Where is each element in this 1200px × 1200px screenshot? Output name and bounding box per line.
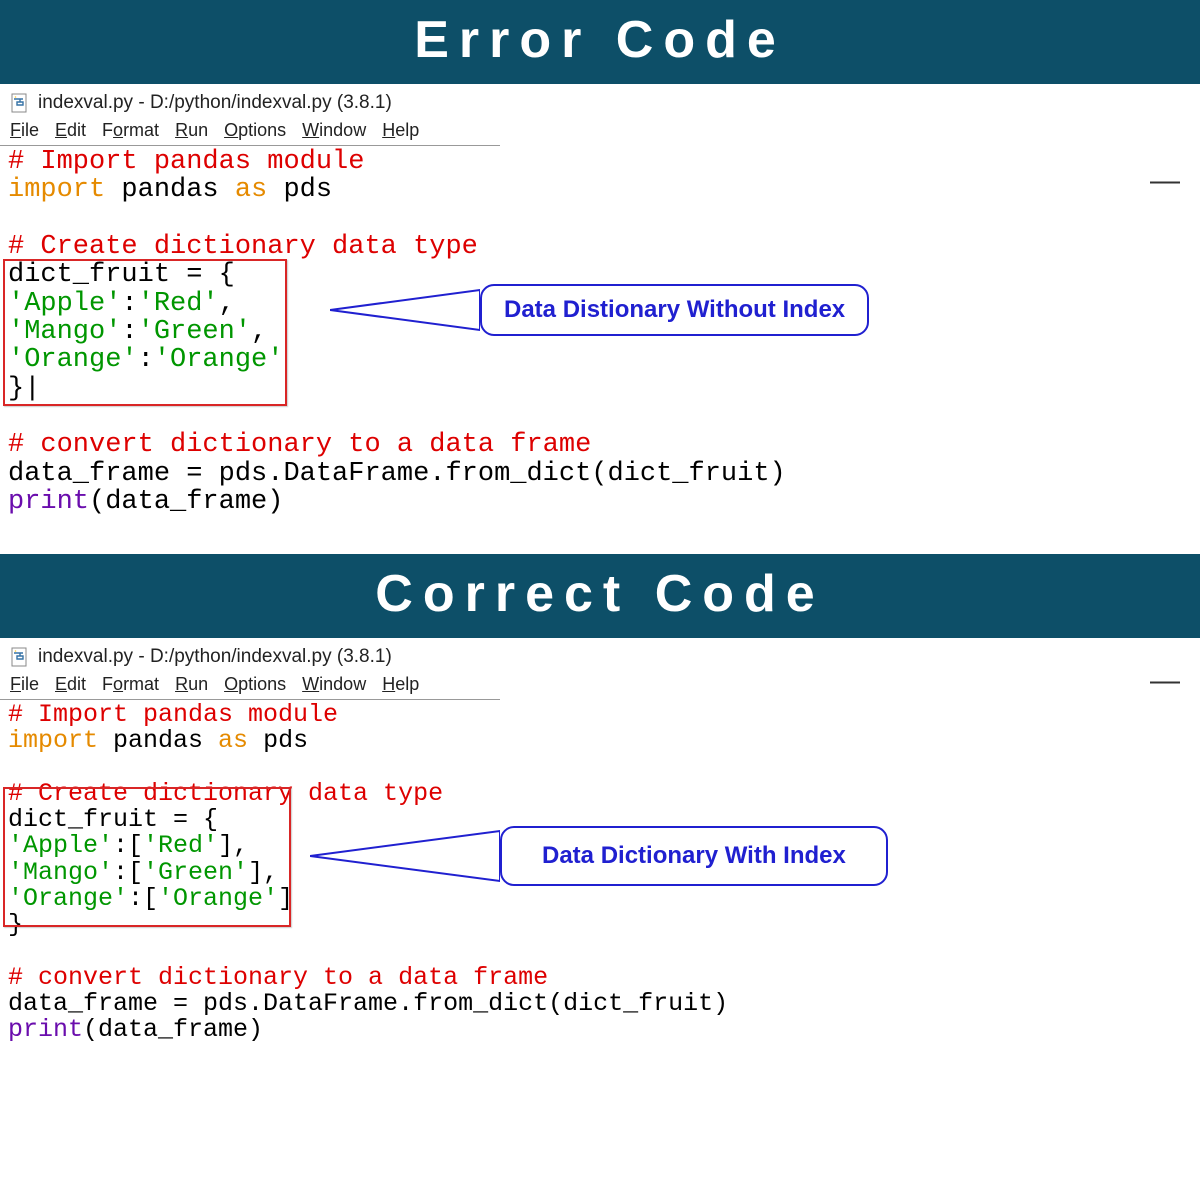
code-comment: # Import pandas module	[8, 147, 364, 177]
code-text: pds	[267, 175, 332, 205]
code-text: pds	[248, 726, 308, 755]
code-text: pandas	[98, 726, 218, 755]
menu-file[interactable]: File	[10, 120, 39, 141]
menu-options[interactable]: Options	[224, 674, 286, 695]
callout-label: Data Distionary Without Index	[480, 284, 869, 336]
menu-help[interactable]: Help	[382, 120, 419, 141]
code-comment: # convert dictionary to a data frame	[8, 430, 591, 460]
code-text: (data_frame)	[83, 1015, 263, 1044]
code-keyword: import	[8, 175, 105, 205]
menu-bar: File Edit Format Run Options Window Help	[0, 116, 500, 146]
window-title: indexval.py - D:/python/indexval.py (3.8…	[38, 646, 392, 668]
callout-with-index: Data Dictionary With Index	[310, 826, 888, 886]
code-builtin: print	[8, 1015, 83, 1044]
callout-without-index: Data Distionary Without Index	[330, 284, 869, 336]
code-text: pandas	[105, 175, 235, 205]
callout-arrow-icon	[310, 826, 500, 886]
code-text: data_frame = pds.DataFrame.from_dict(dic…	[8, 459, 786, 489]
code-comment: # Import pandas module	[8, 700, 338, 729]
code-keyword: as	[235, 175, 267, 205]
section-error: — indexval.py - D:/python/indexval.py (3…	[0, 84, 1200, 554]
menu-window[interactable]: Window	[302, 120, 366, 141]
python-file-icon	[10, 93, 30, 113]
code-text: data_frame = pds.DataFrame.from_dict(dic…	[8, 989, 728, 1018]
menu-edit[interactable]: Edit	[55, 674, 86, 695]
banner-error: Error Code	[0, 0, 1200, 84]
menu-run[interactable]: Run	[175, 120, 208, 141]
menu-bar: File Edit Format Run Options Window Help	[0, 670, 500, 700]
menu-help[interactable]: Help	[382, 674, 419, 695]
minimize-icon: —	[1150, 664, 1180, 698]
code-text: (data_frame)	[89, 487, 283, 517]
code-keyword: import	[8, 726, 98, 755]
code-builtin: print	[8, 487, 89, 517]
menu-format[interactable]: Format	[102, 120, 159, 141]
python-file-icon	[10, 647, 30, 667]
highlight-box-correct	[3, 787, 291, 927]
callout-label: Data Dictionary With Index	[500, 826, 888, 886]
window-title: indexval.py - D:/python/indexval.py (3.8…	[38, 92, 392, 114]
section-correct: — indexval.py - D:/python/indexval.py (3…	[0, 638, 1200, 1108]
code-keyword: as	[218, 726, 248, 755]
banner-correct: Correct Code	[0, 554, 1200, 638]
menu-file[interactable]: File	[10, 674, 39, 695]
title-bar: indexval.py - D:/python/indexval.py (3.8…	[0, 638, 1200, 670]
menu-window[interactable]: Window	[302, 674, 366, 695]
callout-arrow-icon	[330, 285, 480, 335]
menu-format[interactable]: Format	[102, 674, 159, 695]
menu-edit[interactable]: Edit	[55, 120, 86, 141]
title-bar: indexval.py - D:/python/indexval.py (3.8…	[0, 84, 1200, 116]
menu-options[interactable]: Options	[224, 120, 286, 141]
code-comment: # Create dictionary data type	[8, 232, 478, 262]
highlight-box-error	[3, 259, 287, 406]
code-comment: # convert dictionary to a data frame	[8, 963, 548, 992]
menu-run[interactable]: Run	[175, 674, 208, 695]
